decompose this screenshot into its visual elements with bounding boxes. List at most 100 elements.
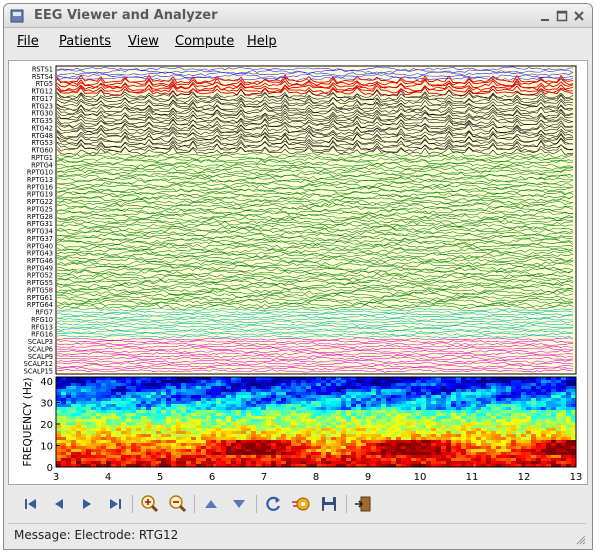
spectrogram-cell (161, 416, 167, 420)
spectrogram-cell (336, 419, 342, 423)
spectrogram-cell (76, 395, 82, 399)
spectrogram-cell (241, 386, 247, 390)
spectrogram-cell (346, 431, 352, 435)
spectrogram-cell (91, 443, 97, 447)
spectrogram-cell (266, 431, 272, 435)
spectrogram-cell (366, 422, 372, 426)
spectrogram-cell (196, 416, 202, 420)
spectrogram-cell (176, 431, 182, 435)
spectrogram-cell (556, 449, 562, 453)
spectrogram-cell (141, 431, 147, 435)
zoom-out-icon[interactable] (166, 493, 188, 515)
up-icon[interactable] (200, 493, 222, 515)
spectrogram-cell (311, 440, 317, 444)
last-icon[interactable] (104, 493, 126, 515)
refresh-icon[interactable] (262, 493, 284, 515)
close-icon[interactable] (573, 10, 585, 22)
resize-grip-icon[interactable] (574, 533, 586, 545)
spectrogram-cell (321, 392, 327, 396)
spectrogram-cell (196, 437, 202, 441)
spectrogram-cell (326, 425, 332, 429)
save-icon[interactable] (318, 493, 340, 515)
zoom-in-icon[interactable] (138, 493, 160, 515)
spectrogram-cell (251, 404, 257, 408)
down-icon[interactable] (228, 493, 250, 515)
first-icon[interactable] (20, 493, 42, 515)
menu-file[interactable]: File (17, 34, 39, 49)
spectrogram-cell (561, 440, 567, 444)
spectrogram-cell (556, 446, 562, 450)
spectrogram-cell (416, 410, 422, 414)
next-icon[interactable] (76, 493, 98, 515)
menu-compute[interactable]: Compute (175, 34, 234, 49)
spectrogram-cell (211, 458, 217, 462)
spectrogram-cell (426, 458, 432, 462)
spectrogram-cell (451, 446, 457, 450)
spectrogram-cell (266, 437, 272, 441)
spectrogram-cell (276, 398, 282, 402)
spectrogram-cell (376, 416, 382, 420)
spectrogram-cell (431, 446, 437, 450)
maximize-icon[interactable] (556, 10, 568, 22)
spectrogram-cell (271, 458, 277, 462)
spectrogram-cell (186, 386, 192, 390)
spectrogram-cell (111, 434, 117, 438)
spectrogram-cell (541, 455, 547, 459)
spectrogram-cell (241, 416, 247, 420)
menu-view[interactable]: View (128, 34, 159, 49)
spectrogram-cell (371, 404, 377, 408)
spectrogram-cell (551, 410, 557, 414)
spectrogram-cell (176, 452, 182, 456)
spectrogram-cell (76, 392, 82, 396)
previous-icon[interactable] (48, 493, 70, 515)
spectrogram-cell (211, 410, 217, 414)
spectrogram-cell (316, 392, 322, 396)
spectrogram-cell (501, 404, 507, 408)
spectrogram[interactable] (56, 377, 577, 468)
spectrogram-cell (456, 458, 462, 462)
spectrogram-cell (256, 386, 262, 390)
spectrogram-cell (456, 416, 462, 420)
spectrogram-cell (306, 461, 312, 465)
exit-icon[interactable] (352, 493, 374, 515)
spectrogram-cell (326, 410, 332, 414)
spectrogram-cell (186, 407, 192, 411)
spectrogram-cell (336, 422, 342, 426)
spectrogram-cell (296, 440, 302, 444)
spectrogram-cell (561, 410, 567, 414)
spectrogram-cell (461, 419, 467, 423)
spectrogram-cell (391, 413, 397, 417)
spectrogram-cell (356, 425, 362, 429)
spectrogram-cell (551, 395, 557, 399)
spectrogram-cell (151, 425, 157, 429)
menu-help[interactable]: Help (247, 34, 277, 49)
spectrogram-cell (91, 383, 97, 387)
minimize-icon[interactable] (539, 10, 551, 22)
spectrogram-cell (76, 386, 82, 390)
spectrogram-cell (201, 389, 207, 393)
channel-label[interactable]: SCALP15 (24, 368, 53, 376)
spectrogram-cell (71, 416, 77, 420)
spectrogram-cell (121, 440, 127, 444)
spectrogram-cell (216, 398, 222, 402)
spectrogram-cell (471, 434, 477, 438)
spectrogram-cell (236, 398, 242, 402)
spectrogram-cell (446, 428, 452, 432)
spectrogram-cell (256, 404, 262, 408)
spectrogram-cell (526, 398, 532, 402)
spectrogram-cell (291, 404, 297, 408)
compute-icon[interactable] (290, 493, 312, 515)
menu-patients[interactable]: Patients (59, 34, 111, 49)
spectrogram-cell (536, 458, 542, 462)
spectrogram-cell (546, 386, 552, 390)
spectrogram-cell (206, 389, 212, 393)
title-bar[interactable]: EEG Viewer and Analyzer (4, 4, 592, 28)
spectrogram-cell (396, 416, 402, 420)
spectrogram-cell (181, 452, 187, 456)
spectrogram-cell (96, 404, 102, 408)
spectrogram-cell (356, 410, 362, 414)
spectrogram-cell (336, 455, 342, 459)
spectrogram-cell (101, 392, 107, 396)
spectrogram-cell (146, 416, 152, 420)
spectrogram-cell (146, 434, 152, 438)
